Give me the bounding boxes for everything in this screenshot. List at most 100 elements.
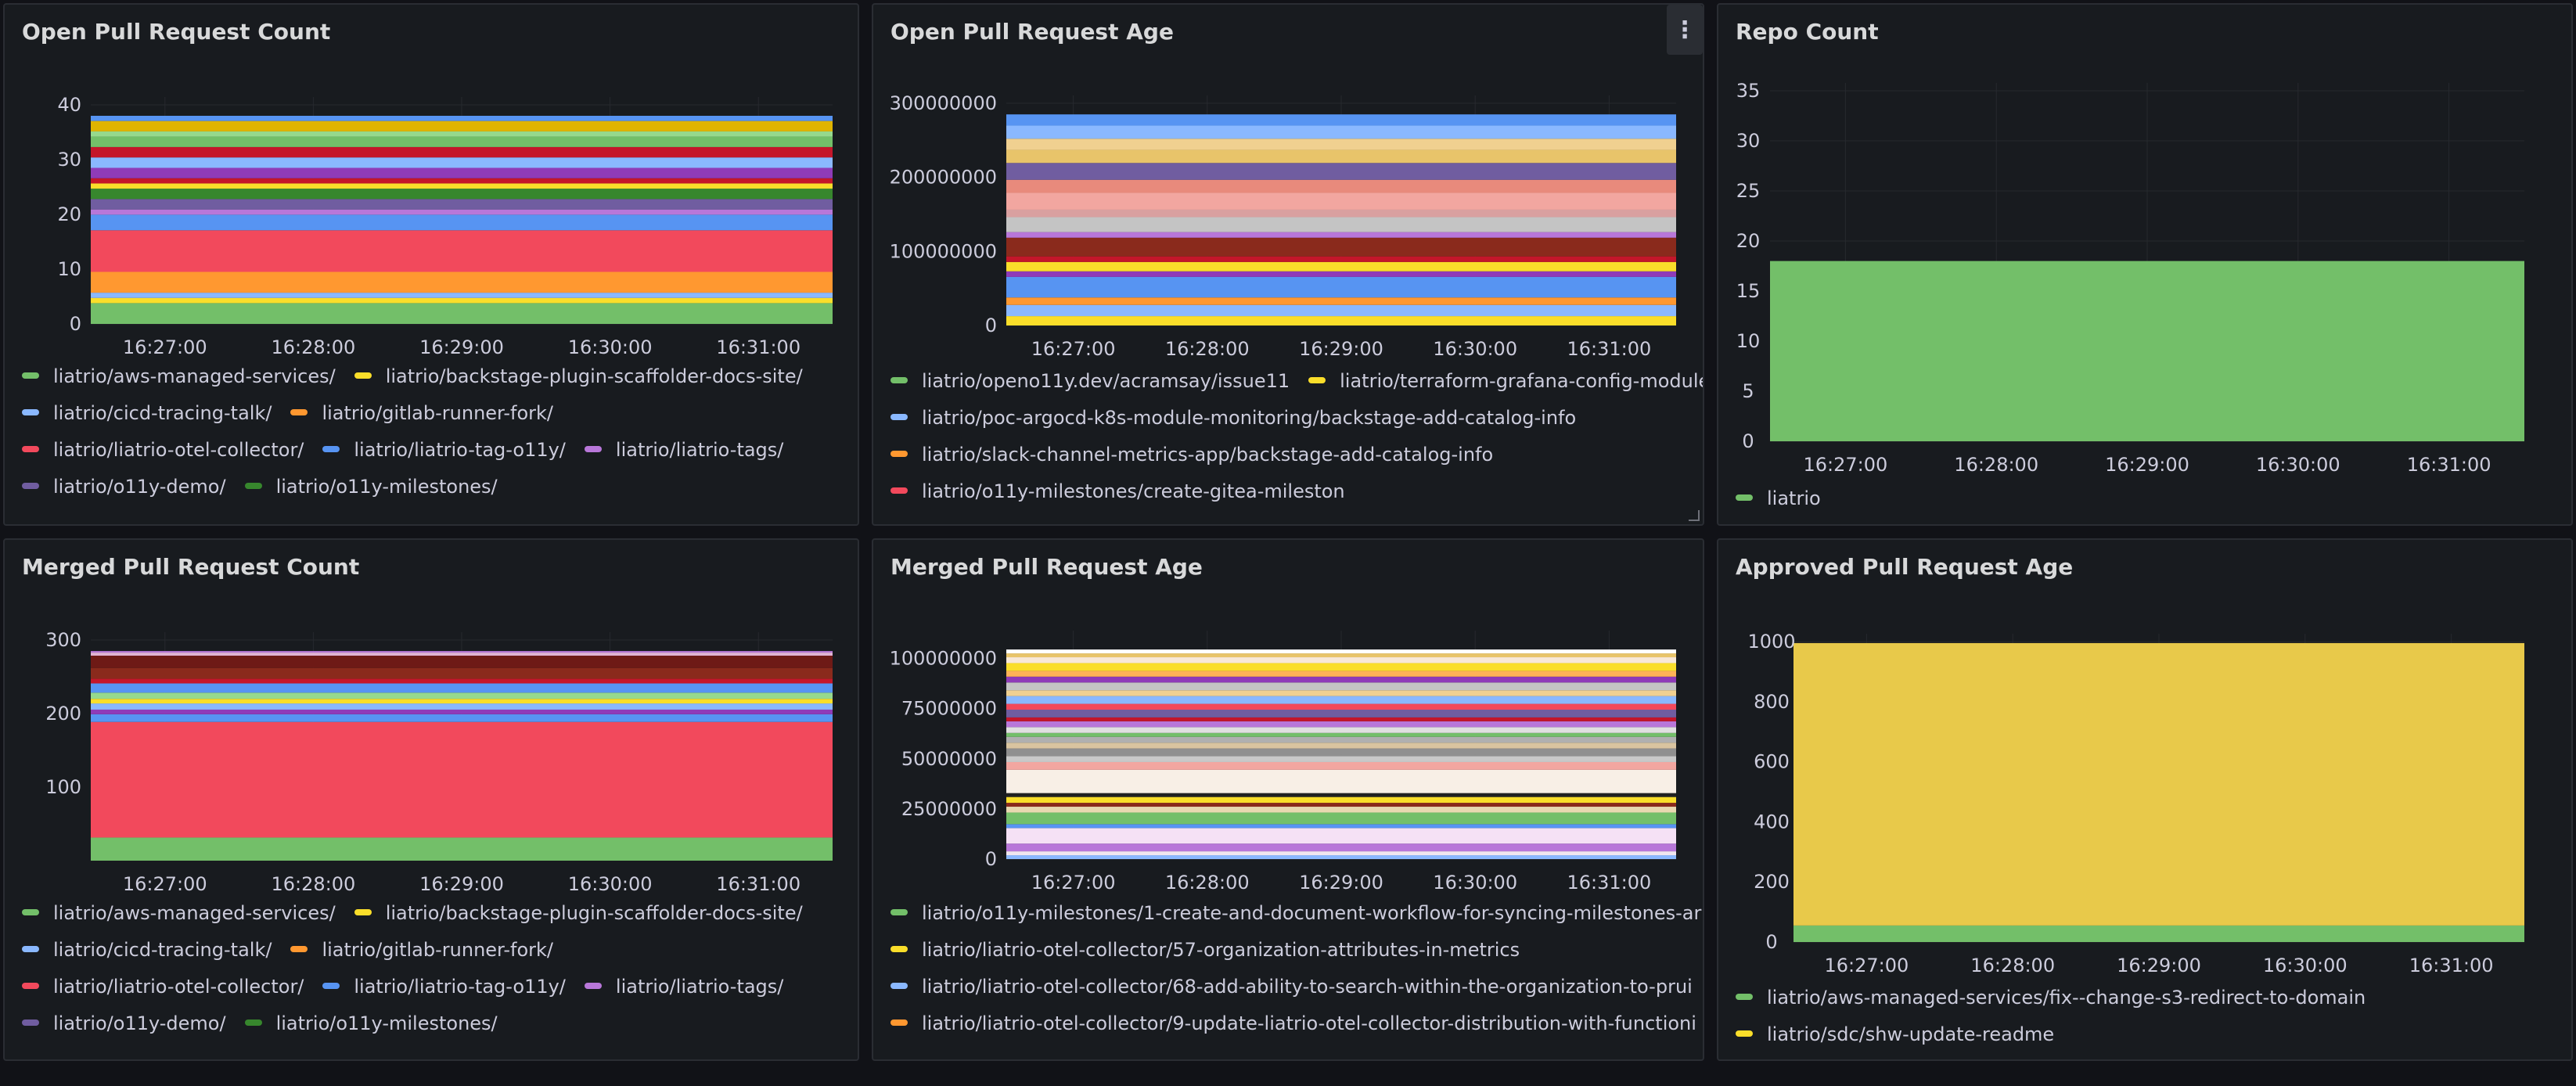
legend-row: liatrio/o11y-milestones/create-gitea-mil… <box>890 473 1703 510</box>
area-band <box>91 272 833 293</box>
panel-merged-pr-age[interactable]: Merged Pull Request Age 0 25000000 5000000… <box>872 538 1704 1061</box>
y-tick-label: 15 <box>1736 280 1761 302</box>
legend-swatch-icon <box>584 983 602 989</box>
legend-item[interactable]: liatrio/liatrio-otel-collector/57-organi… <box>890 932 1520 969</box>
x-tick-label: 16:28:00 <box>1165 872 1250 894</box>
area-band <box>1006 748 1676 757</box>
dashboard-grid: Open Pull Request Count 0 10 20 30 40 16:27:0… <box>0 0 2576 1086</box>
legend-item[interactable]: liatrio/gitlab-runner-fork/ <box>290 932 553 969</box>
legend-swatch-icon <box>1736 1030 1753 1037</box>
legend-item[interactable]: liatrio/poc-argocd-k8s-module-monitoring… <box>890 400 1576 437</box>
legend-label: liatrio/terraform-grafana-config-module/… <box>1340 370 1704 392</box>
legend: liatrio/aws-managed-services/liatrio/bac… <box>22 895 822 1042</box>
legend-label: liatrio/liatrio-otel-collector/68-add-ab… <box>922 976 1693 998</box>
area-band <box>1006 261 1676 272</box>
area-band <box>1006 812 1676 825</box>
y-tick-label: 5 <box>1742 380 1754 402</box>
area-band <box>91 136 833 147</box>
y-tick-label: 30 <box>1736 130 1761 152</box>
y-tick-label: 600 <box>1754 751 1790 773</box>
legend-item[interactable]: liatrio/o11y-demo/ <box>22 1005 226 1042</box>
legend-swatch-icon <box>354 909 372 915</box>
legend-item[interactable]: liatrio/liatrio-otel-collector/ <box>22 969 304 1005</box>
legend-swatch-icon <box>1736 994 1753 1000</box>
area-band <box>1006 671 1676 677</box>
legend-row: liatrio/aws-managed-services/liatrio/bac… <box>22 895 822 932</box>
area-band <box>1006 855 1676 859</box>
legend-row: liatrio/slack-channel-metrics-app/backst… <box>890 437 1703 473</box>
area-band <box>91 656 833 668</box>
x-tick-label: 16:27:00 <box>123 873 207 895</box>
x-tick-label: 16:30:00 <box>1433 338 1517 360</box>
legend-item[interactable]: liatrio/liatrio-otel-collector/68-add-ab… <box>890 969 1693 1005</box>
area-band <box>91 721 833 838</box>
legend-item[interactable]: liatrio/aws-managed-services/ <box>22 895 336 932</box>
legend-row: liatrio/aws-managed-services/fix--change… <box>1736 980 2384 1016</box>
legend-item[interactable]: liatrio/o11y-milestones/ <box>244 469 498 505</box>
area-band <box>1006 237 1676 257</box>
area-band <box>91 120 833 131</box>
legend-item[interactable]: liatrio/sdc/shw-update-readme <box>1736 1016 2054 1053</box>
area-series <box>1793 925 2524 942</box>
legend-swatch-icon <box>322 446 340 452</box>
area-band <box>1006 732 1676 737</box>
legend-item[interactable]: liatrio/cicd-tracing-talk/ <box>22 395 272 432</box>
area-band <box>1006 828 1676 844</box>
legend-item[interactable]: liatrio/o11y-demo/ <box>22 469 226 505</box>
legend-item[interactable]: liatrio/o11y-milestones/ <box>244 1005 498 1042</box>
resize-handle-icon[interactable] <box>1689 510 1700 521</box>
legend-label: liatrio/liatrio-tags/ <box>615 976 784 998</box>
x-tick-label: 16:27:00 <box>1825 955 1909 976</box>
legend-label: liatrio/o11y-demo/ <box>53 1012 226 1034</box>
legend-item[interactable]: liatrio/liatrio-tags/ <box>584 432 783 469</box>
area-band <box>1006 851 1676 856</box>
x-tick-label: 16:27:00 <box>123 336 207 358</box>
legend-item[interactable]: liatrio/liatrio-otel-collector/9-update-… <box>890 1005 1696 1042</box>
area-band <box>91 116 833 121</box>
panel-open-pr-count[interactable]: Open Pull Request Count 0 10 20 30 40 16:27:0… <box>3 3 859 526</box>
panel-open-pr-age[interactable]: Open Pull Request Age ⋮ 0 100000000 200000… <box>872 3 1704 526</box>
area-band <box>1006 663 1676 671</box>
area-band <box>1006 271 1676 277</box>
legend-item[interactable]: liatrio/slack-channel-metrics-app/backst… <box>890 437 1493 473</box>
legend-item[interactable]: liatrio/backstage-plugin-scaffolder-docs… <box>354 358 803 395</box>
area-band <box>1006 676 1676 683</box>
legend-item[interactable]: liatrio/terraform-grafana-config-module/… <box>1308 363 1704 400</box>
legend-row: liatrio/aws-managed-services/liatrio/bac… <box>22 358 822 395</box>
panel-approved-pr-age[interactable]: Approved Pull Request Age 0 200 400 600 800 1… <box>1717 538 2573 1061</box>
x-tick-label: 16:29:00 <box>419 336 504 358</box>
legend-item[interactable]: liatrio/liatrio-otel-collector/ <box>22 432 304 469</box>
panel-merged-pr-count[interactable]: Merged Pull Request Count 100 200 300 16:27… <box>3 538 859 1061</box>
x-tick-label: 16:29:00 <box>2105 454 2189 476</box>
legend-item[interactable]: liatrio/o11y-milestones/create-gitea-mil… <box>890 473 1345 510</box>
legend-item[interactable]: liatrio/liatrio-tag-o11y/ <box>322 432 566 469</box>
x-tick-label: 16:30:00 <box>568 336 653 358</box>
legend-swatch-icon <box>890 946 908 952</box>
legend-item[interactable]: liatrio/openo11y.dev/acramsay/issue11 <box>890 363 1290 400</box>
legend-item[interactable]: liatrio/aws-managed-services/ <box>22 358 336 395</box>
legend-item[interactable]: liatrio/o11y-milestones/1-create-and-doc… <box>890 895 1701 932</box>
legend-item[interactable]: liatrio/gitlab-runner-fork/ <box>290 395 553 432</box>
area-band <box>91 837 833 861</box>
legend-item[interactable]: liatrio/backstage-plugin-scaffolder-docs… <box>354 895 803 932</box>
legend-item[interactable]: liatrio <box>1736 480 1821 517</box>
y-tick-label: 0 <box>70 313 81 335</box>
legend: liatrio/aws-managed-services/liatrio/bac… <box>22 358 822 505</box>
area-band <box>1006 696 1676 704</box>
area-band <box>1006 276 1676 298</box>
legend-label: liatrio/aws-managed-services/ <box>53 902 336 924</box>
legend-item[interactable]: liatrio/aws-managed-services/fix--change… <box>1736 980 2366 1016</box>
area-band <box>1006 649 1676 654</box>
legend-item[interactable]: liatrio/liatrio-tags/ <box>584 969 784 1005</box>
legend: liatrio/o11y-milestones/1-create-and-doc… <box>890 895 1703 1042</box>
legend-swatch-icon <box>22 409 39 415</box>
legend-row: liatrio <box>1736 480 1840 517</box>
legend-swatch-icon <box>22 1019 39 1026</box>
panel-repo-count[interactable]: Repo Count 0 5 10 15 20 25 30 35 16:27:00 16:28:0… <box>1717 3 2573 526</box>
area-band <box>91 131 833 137</box>
legend-item[interactable]: liatrio/cicd-tracing-talk/ <box>22 932 272 969</box>
legend-label: liatrio/o11y-milestones/1-create-and-doc… <box>922 902 1702 924</box>
legend-item[interactable]: liatrio/liatrio-tag-o11y/ <box>322 969 566 1005</box>
area-band <box>91 653 833 656</box>
legend-label: liatrio/gitlab-runner-fork/ <box>322 939 554 961</box>
